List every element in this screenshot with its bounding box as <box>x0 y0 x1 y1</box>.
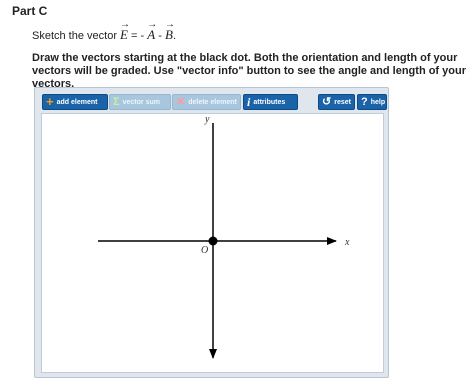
question-minus: - <box>155 30 165 42</box>
question-text: Sketch the vector E = - A - B. <box>32 19 177 43</box>
attributes-button[interactable]: i attributes <box>243 94 298 110</box>
y-axis-label: y <box>204 114 210 125</box>
attributes-label: attributes <box>253 98 286 106</box>
instructions-text: Draw the vectors starting at the black d… <box>32 52 466 90</box>
vector-b: B <box>165 19 173 43</box>
x-icon: ✕ <box>176 96 186 108</box>
help-button[interactable]: ? help <box>357 94 387 110</box>
add-element-label: add element <box>56 98 98 106</box>
reset-label: reset <box>334 98 351 106</box>
vector-a: A <box>147 19 155 43</box>
reset-icon: ↺ <box>322 96 332 108</box>
question-equals: = - <box>128 30 148 42</box>
vector-e: E <box>120 19 128 43</box>
reset-button[interactable]: ↺ reset <box>318 94 355 110</box>
vector-sum-label: vector sum <box>122 98 160 106</box>
axes-graphic: y x O <box>98 114 350 359</box>
origin-dot[interactable] <box>208 236 218 246</box>
help-label: help <box>370 98 386 106</box>
vector-sum-button[interactable]: Σ vector sum <box>109 94 171 110</box>
plus-icon: + <box>46 94 54 109</box>
drawing-canvas[interactable]: y x O <box>41 113 384 373</box>
question-suffix: . <box>172 30 177 42</box>
sigma-icon: Σ <box>113 96 120 108</box>
delete-element-label: delete element <box>188 98 237 106</box>
question-icon: ? <box>361 96 368 108</box>
info-icon: i <box>247 95 251 109</box>
part-title: Part C <box>12 4 48 18</box>
x-axis-label: x <box>344 237 350 248</box>
delete-element-button[interactable]: ✕ delete element <box>172 94 241 110</box>
question-prefix: Sketch the vector <box>32 30 121 42</box>
vector-drawing-tool: + add element Σ vector sum ✕ delete elem… <box>34 87 389 378</box>
origin-label: O <box>201 245 208 256</box>
add-element-button[interactable]: + add element <box>42 94 108 110</box>
